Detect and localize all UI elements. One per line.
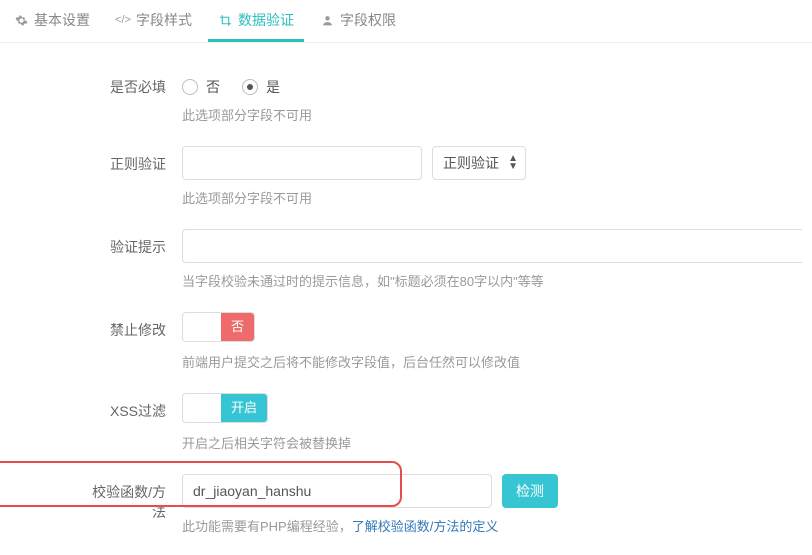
select-value: 正则验证 bbox=[443, 155, 499, 171]
row-regex: 正则验证 正则验证 ▲▼ 此选项部分字段不可用 bbox=[84, 146, 802, 207]
field-label: 校验函数/方法 bbox=[84, 474, 182, 522]
crop-icon bbox=[218, 13, 232, 27]
tab-label: 基本设置 bbox=[34, 10, 90, 30]
field-label: 正则验证 bbox=[84, 146, 182, 174]
form-area: 是否必填 否 是 此选项部分字段不可用 正则验证 正则验证 bbox=[0, 43, 812, 535]
radio-circle-icon bbox=[182, 79, 198, 95]
field-hint: 此选项部分字段不可用 bbox=[182, 188, 802, 207]
field-label: 验证提示 bbox=[84, 229, 182, 257]
tab-validate[interactable]: 数据验证 bbox=[208, 0, 304, 42]
required-radio-group: 否 是 bbox=[182, 69, 802, 97]
tab-label: 数据验证 bbox=[238, 10, 294, 30]
tab-label: 字段权限 bbox=[340, 10, 396, 30]
select-arrows-icon: ▲▼ bbox=[508, 155, 518, 171]
regex-select[interactable]: 正则验证 ▲▼ bbox=[432, 146, 526, 180]
row-func: 校验函数/方法 检测 此功能需要有PHP编程经验，了解校验函数/方法的定义 bbox=[84, 474, 802, 535]
field-hint: 前端用户提交之后将不能修改字段值，后台任然可以修改值 bbox=[182, 352, 802, 371]
field-hint: 开启之后相关字符会被替换掉 bbox=[182, 433, 802, 452]
hint-link[interactable]: 了解校验函数/方法的定义 bbox=[352, 519, 499, 534]
field-label: XSS过滤 bbox=[84, 393, 182, 421]
row-required: 是否必填 否 是 此选项部分字段不可用 bbox=[84, 69, 802, 124]
gear-icon bbox=[14, 13, 28, 27]
xss-switch[interactable]: 开启 bbox=[182, 393, 268, 423]
radio-circle-icon bbox=[242, 79, 258, 95]
field-hint: 此选项部分字段不可用 bbox=[182, 105, 802, 124]
radio-label: 否 bbox=[206, 77, 220, 97]
tip-input[interactable] bbox=[182, 229, 802, 263]
tab-permission[interactable]: 字段权限 bbox=[310, 0, 406, 42]
tab-bar: 基本设置 </> 字段样式 数据验证 字段权限 bbox=[0, 0, 812, 43]
row-readonly: 禁止修改 否 前端用户提交之后将不能修改字段值，后台任然可以修改值 bbox=[84, 312, 802, 371]
field-hint: 当字段校验未通过时的提示信息，如"标题必须在80字以内"等等 bbox=[182, 271, 802, 290]
radio-label: 是 bbox=[266, 77, 280, 97]
switch-state-label: 否 bbox=[221, 313, 254, 341]
user-icon bbox=[320, 13, 334, 27]
hint-text: 此功能需要有PHP编程经验， bbox=[182, 519, 352, 534]
code-icon: </> bbox=[116, 13, 130, 27]
check-button[interactable]: 检测 bbox=[502, 474, 558, 508]
switch-state-label: 开启 bbox=[221, 394, 267, 422]
field-label: 禁止修改 bbox=[84, 312, 182, 340]
tab-label: 字段样式 bbox=[136, 10, 192, 30]
switch-slot bbox=[183, 394, 221, 422]
switch-slot bbox=[183, 313, 221, 341]
field-label: 是否必填 bbox=[84, 69, 182, 97]
radio-yes[interactable]: 是 bbox=[242, 77, 280, 97]
func-input[interactable] bbox=[182, 474, 492, 508]
readonly-switch[interactable]: 否 bbox=[182, 312, 255, 342]
row-tip: 验证提示 当字段校验未通过时的提示信息，如"标题必须在80字以内"等等 bbox=[84, 229, 802, 290]
tab-style[interactable]: </> 字段样式 bbox=[106, 0, 202, 42]
tab-basic[interactable]: 基本设置 bbox=[4, 0, 100, 42]
radio-no[interactable]: 否 bbox=[182, 77, 220, 97]
field-hint: 此功能需要有PHP编程经验，了解校验函数/方法的定义 bbox=[182, 516, 802, 535]
regex-input[interactable] bbox=[182, 146, 422, 180]
row-xss: XSS过滤 开启 开启之后相关字符会被替换掉 bbox=[84, 393, 802, 452]
